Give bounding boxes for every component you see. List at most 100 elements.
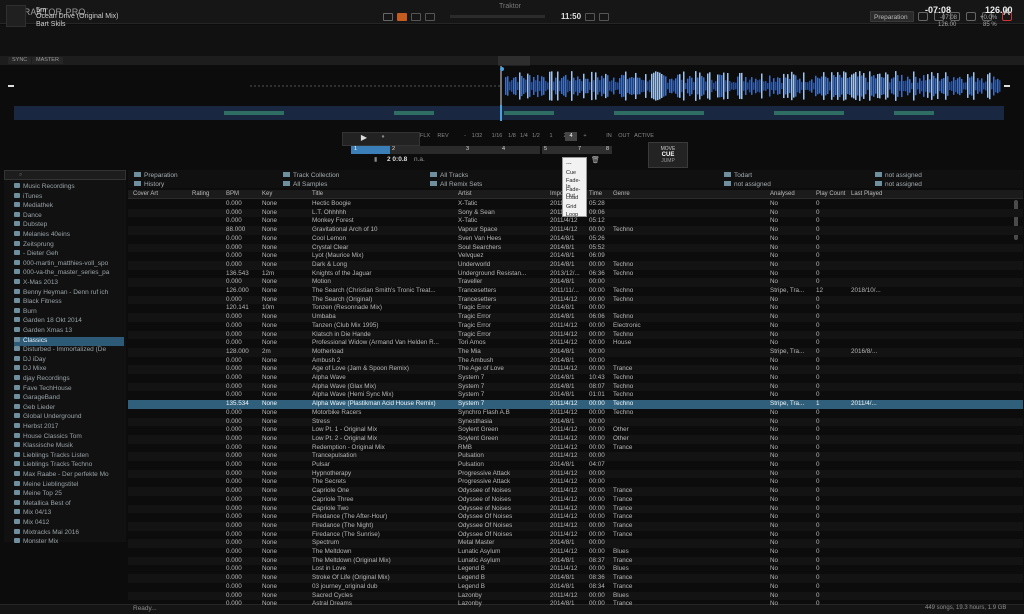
table-row[interactable]: 0.000 None Dark & Long Underworld 2014/8/1 00…: [128, 260, 1023, 270]
sidebar-item[interactable]: Dubstep: [14, 221, 124, 231]
hotcue-2[interactable]: 2: [392, 146, 395, 152]
loop-size-1-32[interactable]: 1/32: [470, 132, 484, 141]
table-row[interactable]: 135.534 None Alpha Wave (Plastikman Acid H…: [128, 400, 1023, 409]
sidebar-item[interactable]: Fave TechHouse: [14, 384, 124, 395]
play-icon[interactable]: ▶: [358, 133, 370, 142]
sidebar-item[interactable]: Mix 0412: [14, 519, 124, 529]
cue-type-option[interactable]: Cue: [563, 169, 586, 178]
snapshot-icon[interactable]: [966, 12, 976, 21]
loop-plus-button[interactable]: +: [580, 132, 590, 141]
table-row[interactable]: 0.000 None Low Pt. 2 - Original Mix Soylent…: [128, 434, 1023, 444]
favorite-slot[interactable]: Preparation: [134, 172, 178, 180]
cue-type-option[interactable]: Load: [563, 194, 586, 203]
column-header[interactable]: Last Played: [851, 191, 882, 197]
column-header[interactable]: Title: [312, 191, 323, 197]
sidebar-item[interactable]: Melanies 40eins: [14, 231, 124, 241]
sidebar-item[interactable]: Garden 18 Okt 2014: [14, 317, 124, 327]
delete-cue-icon[interactable]: 🗑: [591, 156, 600, 164]
column-header[interactable]: Artist: [458, 191, 472, 197]
layout-select[interactable]: Preparation: [870, 11, 914, 22]
sidebar-item[interactable]: - Dieter Geh: [14, 250, 124, 260]
sidebar-item[interactable]: Lieblings Tracks Techno: [14, 461, 124, 471]
cue-icon[interactable]: ●: [376, 133, 390, 142]
sidebar-item[interactable]: DJ Mixe: [14, 365, 124, 375]
table-row[interactable]: 0.000 None Tanzen (Club Mix 1995) Tragic Er…: [128, 322, 1023, 331]
table-row[interactable]: 0.000 None Ambush 2 The Ambush 2014/8/1 00:00…: [128, 357, 1023, 366]
hotcue-3[interactable]: 3: [466, 146, 469, 152]
table-row[interactable]: 0.000 None Stress Synesthasia 2014/8/1 00:00 N…: [128, 417, 1023, 427]
table-row[interactable]: 0.000 None Alpha Wave (Glax Mix) System 7 20…: [128, 382, 1023, 392]
favorite-slot[interactable]: All Tracks: [430, 172, 468, 180]
sidebar-item[interactable]: 000-va-the_master_series_pa: [14, 269, 124, 279]
table-row[interactable]: 136.543 12m Knights of the Jaguar Undergrou…: [128, 270, 1023, 279]
loop-size-1[interactable]: 1: [546, 132, 556, 141]
table-row[interactable]: 0.000 None Capriole Three Odyssee of Noises…: [128, 496, 1023, 505]
loop-active-button[interactable]: ACTIVE: [633, 132, 655, 141]
table-row[interactable]: 0.000 None Motorbike Racers Synchro Flash A…: [128, 409, 1023, 418]
cue-type-option[interactable]: Loop: [563, 211, 586, 220]
loop-in-button[interactable]: IN: [604, 132, 614, 141]
column-header[interactable]: Cover Art: [133, 191, 158, 197]
sidebar-item[interactable]: Zeitsprung: [14, 240, 124, 251]
hotcue-strip-2[interactable]: 5 7 8: [542, 146, 612, 154]
loop-minus-button[interactable]: -: [460, 132, 470, 141]
sidebar-item[interactable]: Mixtracks Mai 2016: [14, 528, 124, 539]
sidebar-item[interactable]: Black Fitness: [14, 298, 124, 308]
table-row[interactable]: 0.000 None Alpha Wave (Hemi Sync Mix) Syste…: [128, 391, 1023, 400]
sidebar-item[interactable]: Metallica Best of: [14, 499, 124, 510]
table-row[interactable]: 0.000 None Professional Widow (Armand Van …: [128, 339, 1023, 348]
audio-icon[interactable]: [585, 13, 595, 21]
table-row[interactable]: 0.000 None Stroke Of Life (Original Mix) Le…: [128, 574, 1023, 583]
table-row[interactable]: 0.000 None Age of Love (Jam & Spoon Remix)…: [128, 365, 1023, 374]
grid-icon[interactable]: ▮: [374, 156, 377, 163]
table-row[interactable]: 0.000 None Firedance (The After-Hour) Odyss…: [128, 513, 1023, 522]
table-row[interactable]: 0.000 None Hypnotherapy Progressive Attack 2…: [128, 469, 1023, 479]
table-row[interactable]: 0.000 None Firedance (The Night) Odyssee Of…: [128, 521, 1023, 531]
cue-type-option[interactable]: Grid: [563, 203, 586, 212]
table-row[interactable]: 0.000 None Umbaba Tragic Error 2014/8/1 06:06…: [128, 313, 1023, 322]
favorite-slot[interactable]: All Remix Sets: [430, 181, 482, 189]
sidebar-item[interactable]: Lieblings Tracks Listen: [14, 451, 124, 462]
table-row[interactable]: 0.000 None Astral Dreams Lazonby 2014/8/1 00:…: [128, 600, 1023, 609]
table-row[interactable]: 0.000 None Crystal Clear Soul Searchers 2014…: [128, 243, 1023, 253]
favorite-slot[interactable]: not assigned: [724, 181, 771, 189]
favorite-slot[interactable]: Track Collection: [283, 172, 339, 180]
table-row[interactable]: 0.000 None Cool Lemon Sven Van Hees 2014/8/1…: [128, 235, 1023, 244]
sidebar-item[interactable]: Meine Lieblingstitel: [14, 480, 124, 491]
sidebar-item[interactable]: Classics: [14, 336, 124, 347]
search-box[interactable]: ⌕: [4, 170, 126, 180]
table-row[interactable]: 0.000 None Pulsar Pulsation 2014/8/1 04:07 No 0: [128, 461, 1023, 470]
table-row[interactable]: 88.000 None Gravitational Arch of 10 Vapour…: [128, 226, 1023, 235]
hotcue-5[interactable]: 5: [544, 146, 547, 152]
sidebar-item[interactable]: Garden Xmas 13: [14, 327, 124, 337]
sidebar-item[interactable]: House Classics Tom: [14, 432, 124, 443]
deck-letter[interactable]: A: [1003, 7, 1010, 18]
loop-size-1-8[interactable]: 1/8: [506, 132, 518, 141]
table-row[interactable]: 0.000 None Lyot (Maurice Mix) Velvquez 2014/…: [128, 252, 1023, 261]
loop-out-button[interactable]: OUT: [617, 132, 631, 141]
sidebar-item[interactable]: iTunes: [14, 192, 124, 203]
sidebar-item[interactable]: Meine Top 25: [14, 490, 124, 500]
favorite-slot[interactable]: All Samples: [283, 181, 327, 189]
cue-type-option[interactable]: Fade-Out: [563, 186, 586, 199]
sidebar-item[interactable]: 000-martin_matthies-voll_spo: [14, 259, 124, 270]
table-row[interactable]: 128.000 2m Motherload The Mia 2014/8/1 00:00 S…: [128, 347, 1023, 357]
sync-button[interactable]: SYNC: [8, 57, 32, 64]
hotcue-8[interactable]: 8: [606, 146, 609, 152]
cue-type-option[interactable]: ---: [563, 160, 586, 169]
sidebar-item[interactable]: Global Underground: [14, 413, 124, 423]
favorite-slot[interactable]: Todart: [724, 172, 752, 180]
sidebar-item[interactable]: GarageBand: [14, 394, 124, 404]
sidebar-item[interactable]: Music Recordings: [14, 183, 124, 193]
sidebar-item[interactable]: Benny Heyman - Denn ruf ich: [14, 288, 124, 299]
column-header[interactable]: Genre: [613, 191, 630, 197]
table-row[interactable]: 0.000 None Sacred Cycles Lazonby 2011/4/12 00…: [128, 591, 1023, 601]
rev-button[interactable]: REV: [436, 132, 450, 141]
loop-size-1-16[interactable]: 1/16: [490, 132, 504, 141]
table-row[interactable]: 0.000 None The Secrets Progressive Attack 20…: [128, 478, 1023, 487]
favorite-slot[interactable]: not assigned: [875, 181, 922, 189]
hotcue-strip[interactable]: 2 3 4: [390, 146, 540, 154]
loop-size-1-2[interactable]: 1/2: [530, 132, 542, 141]
broadcast-icon[interactable]: [425, 13, 435, 21]
table-row[interactable]: 0.000 None Capriole Two Odyssee of Noises 20…: [128, 504, 1023, 514]
